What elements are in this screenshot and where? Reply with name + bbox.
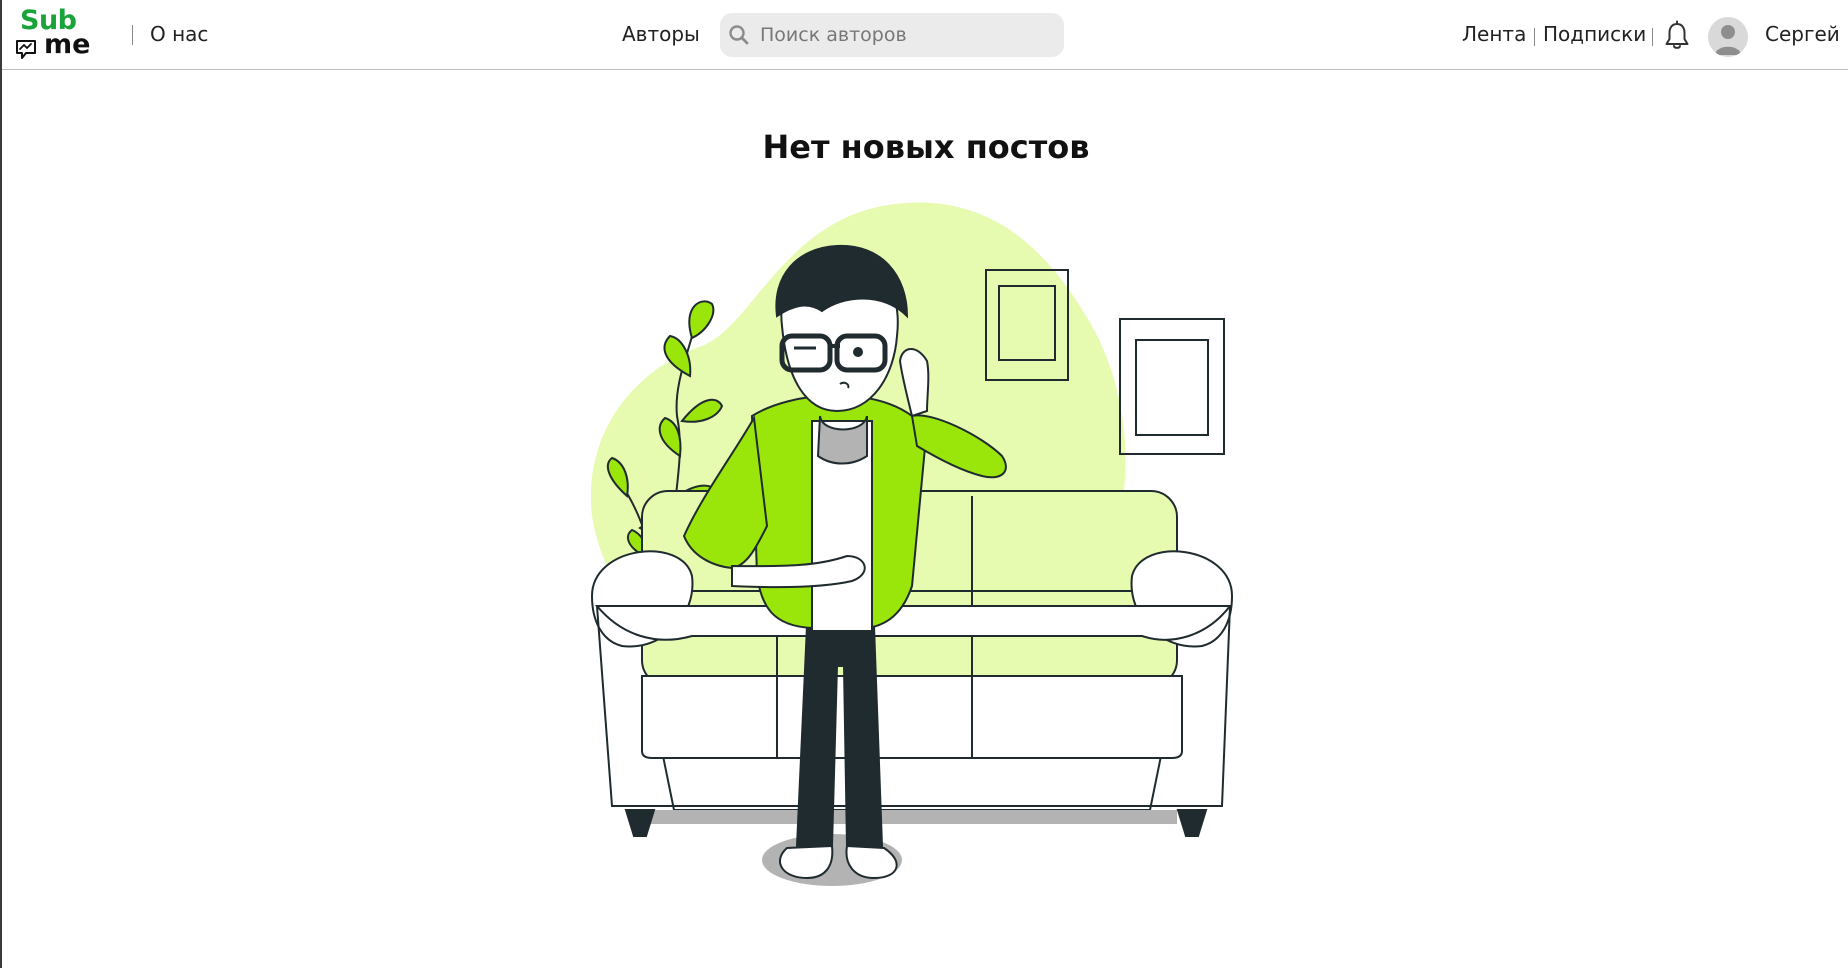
- nav-feed-link[interactable]: Лента: [1462, 22, 1526, 46]
- nav-subscriptions-link[interactable]: Подписки: [1543, 22, 1646, 46]
- page: Sub me О нас Авторы Лента Подписки: [0, 0, 1848, 968]
- top-navbar: Sub me О нас Авторы Лента Подписки: [2, 0, 1848, 70]
- divider: [132, 25, 133, 45]
- search-icon: [729, 25, 749, 45]
- empty-state-illustration: [590, 202, 1234, 886]
- empty-state-title: Нет новых постов: [762, 128, 1090, 166]
- bell-icon[interactable]: [1662, 20, 1692, 52]
- logo[interactable]: Sub me: [14, 6, 94, 62]
- user-avatar-icon: [1715, 25, 1741, 55]
- divider: [1652, 28, 1653, 46]
- user-avatar[interactable]: [1708, 17, 1748, 57]
- search-bar[interactable]: [720, 13, 1064, 57]
- nav-authors-link[interactable]: Авторы: [622, 22, 700, 46]
- user-name[interactable]: Сергей: [1765, 22, 1840, 46]
- logo-text-bottom: me: [44, 29, 91, 60]
- logo-mark-icon: [16, 40, 36, 59]
- search-input[interactable]: [760, 13, 1050, 57]
- divider: [1534, 28, 1535, 46]
- nav-about-link[interactable]: О нас: [150, 22, 208, 46]
